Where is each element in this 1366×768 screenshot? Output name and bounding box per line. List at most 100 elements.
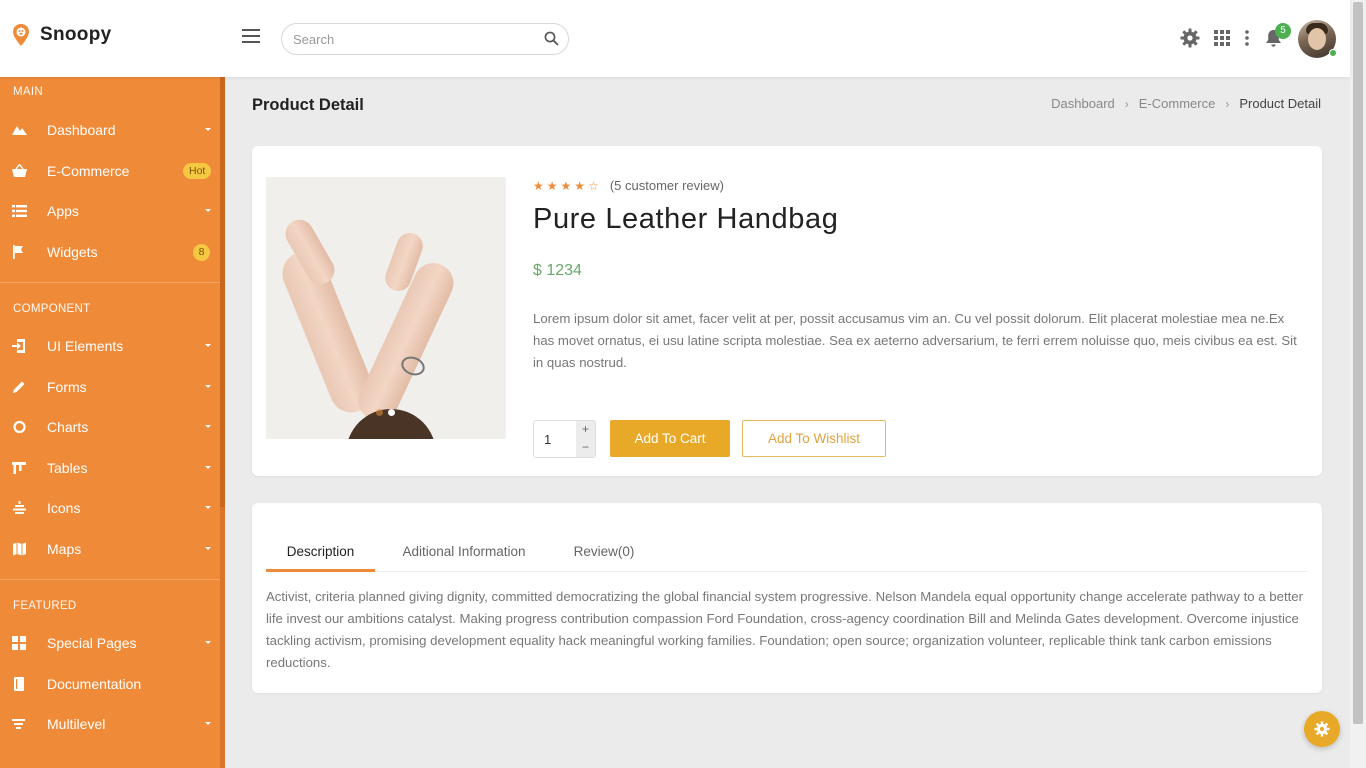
page-title: Product Detail [252,96,364,114]
product-description: Lorem ipsum dolor sit amet, facer velit … [533,311,1297,370]
donut-chart-icon [13,420,26,434]
rating: ★ ★ ★ ★ ☆ (5 customer review) [533,178,724,193]
widgets-count-badge: 8 [193,244,210,261]
settings-fab[interactable] [1304,711,1340,747]
avatar[interactable] [1298,20,1337,58]
search-box [281,23,569,55]
section-title-component: COMPONENT [13,303,91,315]
sidebar-item-label: Forms [47,379,87,395]
sidebar-item-special-pages[interactable]: Special Pages [0,625,220,661]
product-card: ★ ★ ★ ★ ☆ (5 customer review) Pure Leath… [252,146,1322,476]
chevron-right-icon: › [1124,96,1129,111]
tab-additional-information[interactable]: Aditional Information [386,537,542,572]
sidebar-scrollbar[interactable] [220,77,225,768]
sidebar-item-tables[interactable]: Tables [0,450,220,486]
search-icon[interactable] [544,31,559,46]
increment-button[interactable]: + [576,421,595,439]
scrollbar-thumb[interactable] [1353,2,1363,724]
breadcrumb: Dashboard › E-Commerce › Product Detail [1051,96,1321,111]
sidebar-item-forms[interactable]: Forms [0,369,220,405]
icons-icon [13,501,26,514]
tab-review[interactable]: Review(0) [562,537,646,572]
flag-icon [13,245,23,259]
brand-logo-icon [13,24,29,46]
page-scrollbar[interactable] [1350,0,1366,768]
search-input[interactable] [282,24,522,54]
sidebar-divider [0,579,220,580]
notification-count-badge: 5 [1275,23,1291,39]
hot-badge: Hot [183,163,212,179]
product-name: Pure Leather Handbag [533,203,839,235]
basket-icon [12,164,27,177]
carousel-dot[interactable] [376,409,383,416]
chevron-down-icon [205,425,211,428]
star-empty-icon: ☆ [588,178,599,193]
add-to-cart-button[interactable]: Add To Cart [610,420,730,457]
sidebar-divider [0,282,220,283]
sidebar-item-label: Special Pages [47,635,137,651]
sidebar-item-label: Charts [47,419,89,435]
star-filled-icon: ★ [574,178,586,193]
sidebar-item-label: Documentation [47,676,142,692]
brand[interactable]: Snoopy [12,24,111,46]
online-status-dot [1329,49,1337,57]
sidebar-item-label: Maps [47,541,82,557]
dots-vertical-icon[interactable] [1244,30,1250,46]
star-filled-icon: ★ [560,178,572,193]
sidebar-item-icons[interactable]: Icons [0,490,220,526]
pencil-icon [13,381,25,393]
sidebar-item-dashboard[interactable]: Dashboard [0,112,220,148]
special-pages-icon [12,636,26,650]
quantity-stepper: + − [533,420,596,458]
notifications[interactable]: 5 [1265,23,1291,49]
sidebar-item-label: Dashboard [47,122,116,138]
hamburger-icon[interactable] [242,29,260,45]
sidebar-item-multilevel[interactable]: Multilevel [0,706,220,742]
product-image [266,177,506,439]
chevron-down-icon [205,344,211,347]
sidebar-item-widgets[interactable]: Widgets 8 [0,234,220,270]
details-card: Description Aditional Information Review… [252,503,1322,693]
sidebar-item-label: Apps [47,203,79,219]
chevron-down-icon [205,128,211,131]
sidebar-item-documentation[interactable]: Documentation [0,666,220,702]
sidebar-item-label: Multilevel [47,716,106,732]
star-filled-icon: ★ [546,178,558,193]
sidebar-item-ui-elements[interactable]: UI Elements [0,328,220,364]
table-icon [12,462,26,474]
sidebar-item-label: Widgets [47,244,98,260]
sidebar-item-apps[interactable]: Apps [0,193,220,229]
sidebar-item-charts[interactable]: Charts [0,409,220,445]
decrement-button[interactable]: − [576,439,595,457]
sidebar-item-ecommerce[interactable]: E-Commerce Hot [0,153,220,189]
section-title-featured: FEATURED [13,600,77,612]
sidebar-item-label: E-Commerce [47,163,130,179]
gear-icon[interactable] [1180,28,1200,48]
chevron-down-icon [205,209,211,212]
tab-bar: Description Aditional Information Review… [266,537,1308,572]
sidebar-item-maps[interactable]: Maps [0,531,220,567]
top-bar: Snoopy Search 5 [0,0,1350,77]
sidebar-item-label: UI Elements [47,338,124,354]
chevron-down-icon [205,547,211,550]
breadcrumb-current: Product Detail [1239,96,1321,111]
brand-name: Snoopy [40,24,112,45]
sidebar-item-label: Tables [47,460,88,476]
breadcrumb-dashboard[interactable]: Dashboard [1051,96,1115,111]
star-filled-icon: ★ [533,178,544,193]
breadcrumb-ecommerce[interactable]: E-Commerce [1139,96,1216,111]
map-icon [13,542,26,556]
add-to-wishlist-button[interactable]: Add To Wishlist [742,420,886,457]
review-count[interactable]: (5 customer review) [610,178,724,193]
chevron-down-icon [205,506,211,509]
grid-icon[interactable] [1214,30,1230,46]
product-price: $ 1234 [533,262,582,279]
chevron-down-icon [205,722,211,725]
apps-icon [12,205,27,217]
chevron-down-icon [205,466,211,469]
login-icon [12,339,25,353]
quantity-input[interactable] [534,421,576,457]
carousel-dot-active[interactable] [388,409,395,416]
gear-icon [1314,721,1330,737]
tab-description[interactable]: Description [266,537,375,572]
